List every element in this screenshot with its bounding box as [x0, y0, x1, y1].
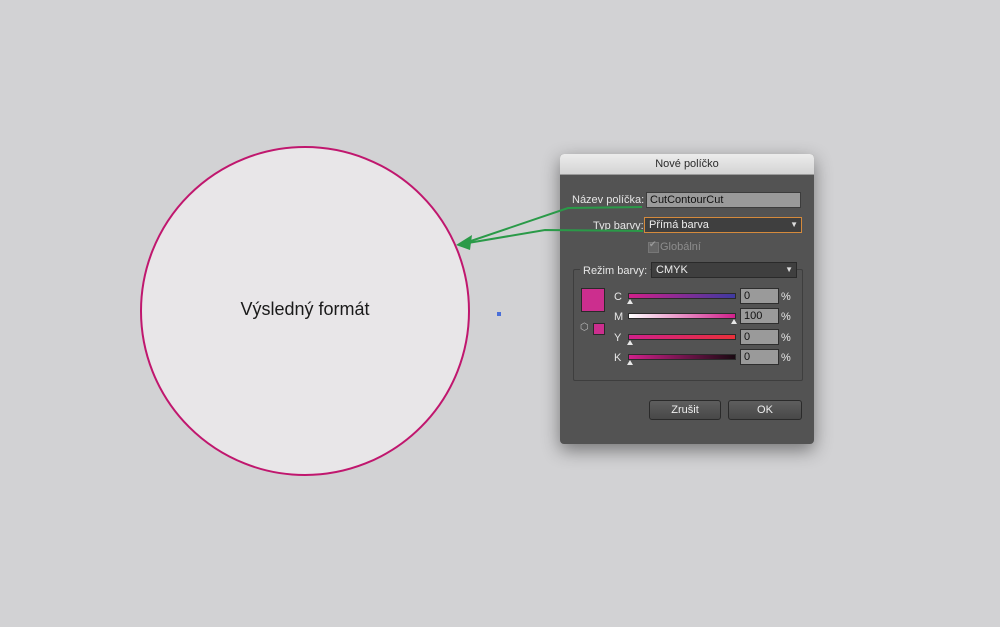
cyan-value-field[interactable]: 0: [740, 288, 779, 304]
color-preview-swatch: [581, 288, 605, 312]
cancel-button[interactable]: Zrušit: [649, 400, 721, 420]
swatch-name-label: Název políčka:: [572, 194, 645, 206]
result-format-circle: Výsledný formát: [140, 146, 470, 476]
black-value-field[interactable]: 0: [740, 349, 779, 365]
channel-label-c: C: [614, 291, 622, 303]
color-mode-select[interactable]: CMYK ▼: [651, 262, 797, 278]
magenta-value-field[interactable]: 100: [740, 308, 779, 324]
swatch-name-field[interactable]: CutContourCut: [646, 192, 801, 208]
yellow-value-field[interactable]: 0: [740, 329, 779, 345]
checkmark-icon: ✔: [649, 239, 657, 249]
color-mode-label: Režim barvy:: [580, 265, 651, 277]
arrow-head: [456, 235, 472, 250]
color-type-label: Typ barvy:: [593, 220, 644, 232]
ok-button[interactable]: OK: [728, 400, 802, 420]
anchor-point: [497, 312, 501, 316]
magenta-slider-thumb[interactable]: [731, 319, 737, 324]
chevron-down-icon: ▼: [785, 265, 793, 274]
cyan-unit: %: [781, 291, 791, 303]
yellow-unit: %: [781, 332, 791, 344]
yellow-slider[interactable]: [628, 334, 736, 340]
black-slider-thumb[interactable]: [627, 360, 633, 365]
channel-label-y: Y: [614, 332, 622, 344]
circle-label: Výsledný formát: [240, 298, 370, 319]
magenta-slider[interactable]: [628, 313, 736, 319]
color-type-select[interactable]: Přímá barva ▼: [644, 217, 802, 233]
channel-label-k: K: [614, 352, 622, 364]
cyan-slider[interactable]: [628, 293, 736, 299]
dialog-title: Nové políčko: [560, 154, 814, 175]
black-unit: %: [781, 352, 791, 364]
color-type-value: Přímá barva: [649, 219, 709, 231]
yellow-slider-thumb[interactable]: [627, 340, 633, 345]
magenta-unit: %: [781, 311, 791, 323]
cyan-slider-thumb[interactable]: [627, 299, 633, 304]
color-mode-value: CMYK: [656, 264, 688, 276]
channel-label-m: M: [614, 311, 624, 323]
chevron-down-icon: ▼: [790, 220, 798, 229]
out-of-gamut-cube-icon[interactable]: ⬡: [580, 322, 589, 333]
black-slider[interactable]: [628, 354, 736, 360]
global-label: Globální: [660, 241, 701, 253]
new-swatch-dialog: Nové políčko Název políčka: CutContourCu…: [560, 154, 814, 444]
gamut-swatch[interactable]: [593, 323, 605, 335]
